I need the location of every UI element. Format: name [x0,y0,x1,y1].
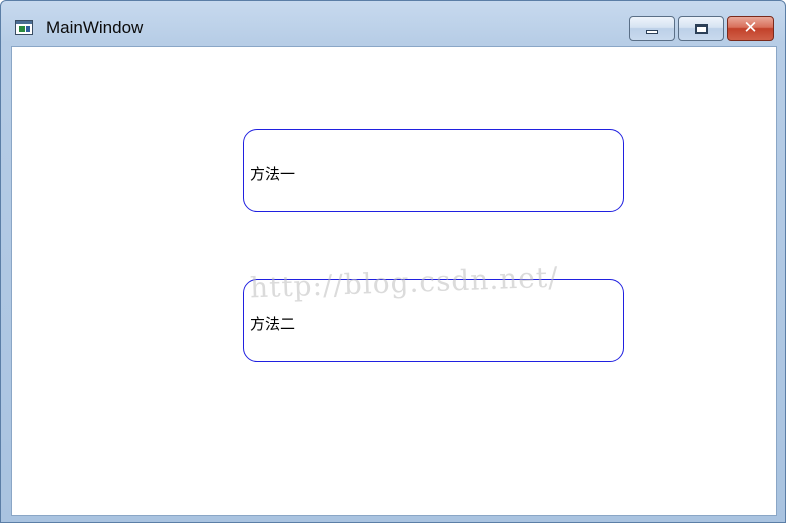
close-button[interactable]: ✕ [727,16,774,41]
maximize-icon [694,23,708,34]
main-window: MainWindow ✕ 方法一 方法二 http://blog.csdn.ne… [0,0,786,523]
window-title: MainWindow [46,18,144,37]
close-icon: ✕ [743,18,758,38]
minimize-button[interactable] [629,16,675,41]
window-client-area: 方法一 方法二 http://blog.csdn.net/ [11,46,777,516]
app-window-icon [15,20,33,35]
maximize-button[interactable] [678,16,724,41]
method-one-box: 方法一 [243,129,624,212]
title-bar[interactable]: MainWindow ✕ [1,1,785,45]
method-one-label: 方法一 [250,165,296,183]
minimize-icon [646,29,658,34]
method-two-label: 方法二 [250,315,296,333]
method-two-box: 方法二 [243,279,624,362]
